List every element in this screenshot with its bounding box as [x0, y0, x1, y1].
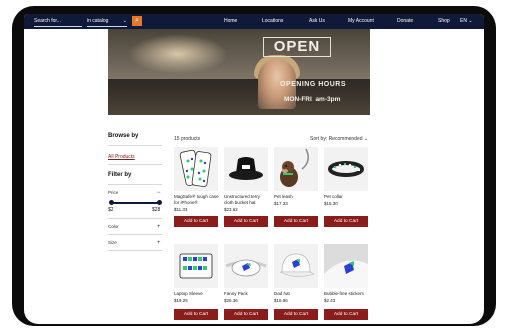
product-name[interactable]: Fanny Pack — [224, 291, 270, 297]
product-name[interactable]: Pet collar — [324, 194, 370, 200]
phone-case-illustration — [179, 149, 212, 187]
add-to-cart-button[interactable]: Add to Cart — [174, 309, 218, 320]
hero-banner: OPEN OPENING HOURS MON-FRI am-3pm — [108, 29, 370, 115]
search-button[interactable]: ⌕ — [132, 16, 142, 26]
browser-screen: Search for... in catalog ⌄ ⌕ Home Locatio… — [24, 14, 484, 324]
nav-shop[interactable]: Shop — [438, 14, 450, 29]
add-to-cart-button[interactable]: Add to Cart — [324, 309, 368, 320]
price-filter-label[interactable]: Price — [108, 190, 118, 195]
product-count: 15 products — [174, 136, 201, 142]
price-slider-track[interactable] — [110, 202, 160, 204]
product-image-dad-hat[interactable] — [274, 244, 318, 288]
product-price: $2.43 — [324, 298, 336, 303]
divider — [108, 250, 162, 251]
nav-locations[interactable]: Locations — [262, 14, 283, 29]
product-name[interactable]: Pet leash — [274, 194, 320, 200]
opening-hours-title: OPENING HOURS — [280, 81, 347, 88]
opening-hours-times: MON-FRI am-3pm — [284, 96, 340, 103]
filter-by-heading: Filter by — [108, 172, 132, 178]
browse-by-heading: Browse by — [108, 133, 139, 139]
product-price: $23.62 — [224, 207, 238, 212]
divider — [108, 164, 162, 165]
dad-hat-illustration — [279, 253, 315, 277]
fanny-pack-illustration — [225, 259, 267, 277]
price-max-value: $28 — [152, 207, 161, 213]
minus-icon[interactable]: − — [157, 190, 161, 196]
product-name[interactable]: Bubble-free stickers — [324, 291, 370, 297]
add-to-cart-button[interactable]: Add to Cart — [224, 216, 268, 227]
chevron-down-icon: ⌄ — [122, 18, 127, 24]
nav-home[interactable]: Home — [224, 14, 237, 29]
plus-icon[interactable]: + — [157, 224, 161, 230]
language-value: EN — [460, 18, 467, 24]
hero-light — [128, 34, 228, 74]
product-image-pet-leash[interactable] — [274, 147, 318, 191]
stickers-illustration — [324, 244, 368, 288]
product-price: $19.25 — [174, 298, 188, 303]
product-price: $15.30 — [324, 201, 338, 206]
search-input[interactable]: Search for... — [34, 16, 82, 27]
search-scope-select[interactable]: in catalog ⌄ — [87, 16, 127, 27]
bucket-hat-illustration — [229, 157, 263, 180]
product-name[interactable]: Laptop Sleeve — [174, 291, 220, 297]
product-name[interactable]: MagSafe® tough case for iPhone® — [174, 194, 220, 205]
add-to-cart-button[interactable]: Add to Cart — [274, 309, 318, 320]
add-to-cart-button[interactable]: Add to Cart — [224, 309, 268, 320]
nav-donate[interactable]: Donate — [397, 14, 413, 29]
plus-icon[interactable]: + — [157, 240, 161, 246]
sort-value: Sort by: Recommended — [310, 136, 363, 142]
product-price: $26.36 — [224, 298, 238, 303]
divider — [108, 184, 162, 185]
product-name[interactable]: Dad hat — [274, 291, 320, 297]
top-navigation-bar: Search for... in catalog ⌄ ⌕ Home Locatio… — [24, 14, 484, 29]
product-image-stickers[interactable] — [324, 244, 368, 288]
product-image-laptop-sleeve[interactable] — [174, 244, 218, 288]
sort-select[interactable]: Sort by: Recommended ⌄ — [310, 136, 368, 142]
product-price: $17.33 — [274, 201, 288, 206]
opening-hours-days: MON-FRI — [284, 96, 312, 103]
chevron-down-icon: ⌄ — [363, 136, 369, 142]
price-slider-min-handle[interactable] — [109, 200, 114, 205]
product-image-pet-collar[interactable] — [324, 147, 368, 191]
language-select[interactable]: EN ⌄ — [460, 14, 473, 29]
product-image-phone-case[interactable] — [174, 147, 218, 191]
nav-ask-us[interactable]: Ask Us — [309, 14, 325, 29]
nav-my-account[interactable]: My Account — [348, 14, 374, 29]
all-products-link[interactable]: All Products — [108, 154, 135, 160]
divider — [108, 218, 162, 219]
price-min-value: $2 — [108, 207, 114, 213]
product-image-fanny-pack[interactable] — [224, 244, 268, 288]
divider — [108, 234, 162, 235]
divider — [108, 145, 162, 146]
opening-hours-time: am-3pm — [315, 96, 341, 103]
add-to-cart-button[interactable]: Add to Cart — [324, 216, 368, 227]
product-image-bucket-hat[interactable] — [224, 147, 268, 191]
search-scope-value: in catalog — [87, 18, 109, 24]
size-filter-label[interactable]: Size — [108, 240, 117, 245]
color-filter-label[interactable]: Color — [108, 224, 119, 229]
product-price: $16.96 — [274, 298, 288, 303]
product-name[interactable]: Unstructured terry cloth bucket hat — [224, 194, 270, 205]
laptop-sleeve-illustration — [179, 253, 213, 279]
pet-leash-illustration — [280, 148, 309, 187]
pet-collar-illustration — [328, 161, 364, 177]
add-to-cart-button[interactable]: Add to Cart — [174, 216, 218, 227]
search-icon: ⌕ — [135, 17, 139, 24]
open-sign: OPEN — [263, 37, 331, 57]
chevron-down-icon: ⌄ — [468, 18, 473, 24]
add-to-cart-button[interactable]: Add to Cart — [274, 216, 318, 227]
product-price: $11.33 — [174, 207, 188, 212]
price-slider-max-handle[interactable] — [157, 200, 162, 205]
